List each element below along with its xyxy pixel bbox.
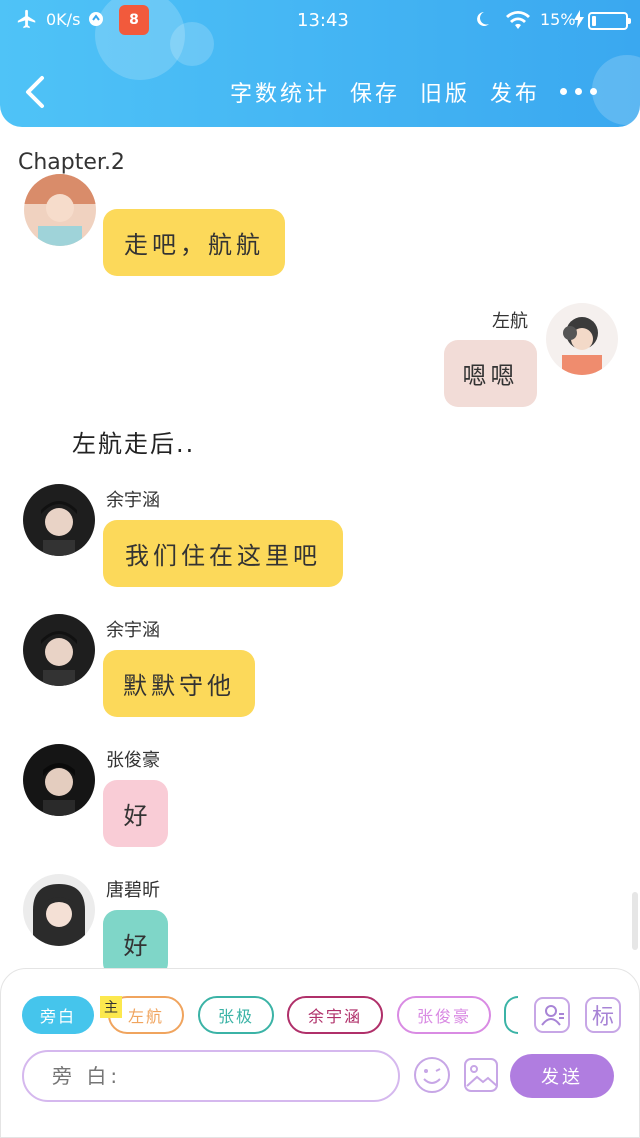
app-badge-label: 8: [129, 12, 139, 28]
scrollbar[interactable]: [632, 892, 638, 950]
message-text: 嗯嗯: [462, 362, 519, 390]
app-notification-icon: 8: [119, 5, 149, 35]
message-text: 走吧，航航: [124, 231, 264, 259]
status-bar: 0K/s 8 13:43 15%: [0, 0, 640, 42]
message-bubble[interactable]: 好: [103, 910, 168, 977]
speaker-name: 左航: [492, 311, 528, 332]
main-character-tag: 主: [100, 996, 122, 1018]
network-speed: 0K/s: [46, 10, 81, 29]
avatar[interactable]: [23, 874, 95, 946]
person-icon: [541, 1005, 564, 1026]
chip-label: 旁白: [39, 1007, 76, 1026]
message-bubble[interactable]: 我们住在这里吧: [103, 520, 343, 587]
message-input[interactable]: [22, 1050, 400, 1102]
publish-button[interactable]: 发布: [490, 76, 540, 108]
chip-label: 张俊豪: [416, 1007, 471, 1026]
speaker-name: 唐碧昕: [106, 880, 160, 901]
wifi-icon: [505, 9, 531, 35]
moon-icon: [475, 9, 495, 33]
charging-icon: [574, 10, 584, 32]
chip-label: 左航: [127, 1007, 164, 1026]
character-chip-narrator[interactable]: 旁白: [22, 996, 94, 1034]
save-button[interactable]: 保存: [350, 76, 400, 108]
app-header: 0K/s 8 13:43 15% 字数统计 保存 旧版 发布: [0, 0, 640, 127]
clock: 13:43: [297, 10, 349, 31]
narration-text: 左航走后..: [72, 430, 196, 458]
message-text: 好: [123, 932, 148, 960]
chevron-left-icon: [26, 76, 44, 108]
message-bubble[interactable]: 默默守他: [103, 650, 255, 717]
message-bubble[interactable]: 嗯嗯: [444, 340, 537, 407]
word-count-button[interactable]: 字数统计: [230, 76, 330, 108]
character-chip-zhangji[interactable]: 张极: [198, 996, 274, 1034]
chip-label: 张极: [217, 1007, 254, 1026]
chip-label: 余宇涵: [307, 1007, 362, 1026]
message-text: 默默守他: [123, 672, 235, 700]
send-label: 发送: [541, 1067, 583, 1088]
emoji-button[interactable]: [413, 1056, 451, 1094]
more-menu-button[interactable]: [560, 88, 600, 98]
speaker-name: 余宇涵: [106, 620, 160, 641]
mark-label: 标: [591, 1005, 614, 1030]
message-bubble[interactable]: 走吧，航航: [103, 209, 285, 276]
character-chip-partial[interactable]: [504, 996, 518, 1034]
character-manage-button[interactable]: [534, 997, 570, 1033]
data-icon: [88, 11, 104, 31]
message-text: 我们住在这里吧: [125, 542, 321, 570]
character-chip-yuyuhan[interactable]: 余宇涵: [287, 996, 383, 1034]
avatar[interactable]: [24, 174, 96, 246]
mark-button[interactable]: 标: [585, 997, 621, 1033]
speaker-name: 张俊豪: [106, 750, 160, 771]
avatar[interactable]: [23, 744, 95, 816]
battery-percent: 15%: [540, 10, 576, 29]
send-button[interactable]: 发送: [510, 1054, 614, 1098]
message-text: 好: [123, 802, 148, 830]
chapter-title: Chapter.2: [18, 150, 125, 175]
speaker-name: 余宇涵: [106, 490, 160, 511]
old-version-button[interactable]: 旧版: [420, 76, 470, 108]
avatar[interactable]: [546, 303, 618, 375]
character-chip-zhangjunhao[interactable]: 张俊豪: [397, 996, 491, 1034]
emoji-icon: [414, 1057, 450, 1093]
airplane-icon: [16, 8, 38, 34]
back-button[interactable]: [20, 72, 50, 112]
avatar[interactable]: [23, 484, 95, 556]
battery-icon: [588, 12, 631, 30]
image-button[interactable]: [462, 1056, 500, 1094]
image-icon: [464, 1058, 498, 1092]
message-bubble[interactable]: 好: [103, 780, 168, 847]
avatar[interactable]: [23, 614, 95, 686]
